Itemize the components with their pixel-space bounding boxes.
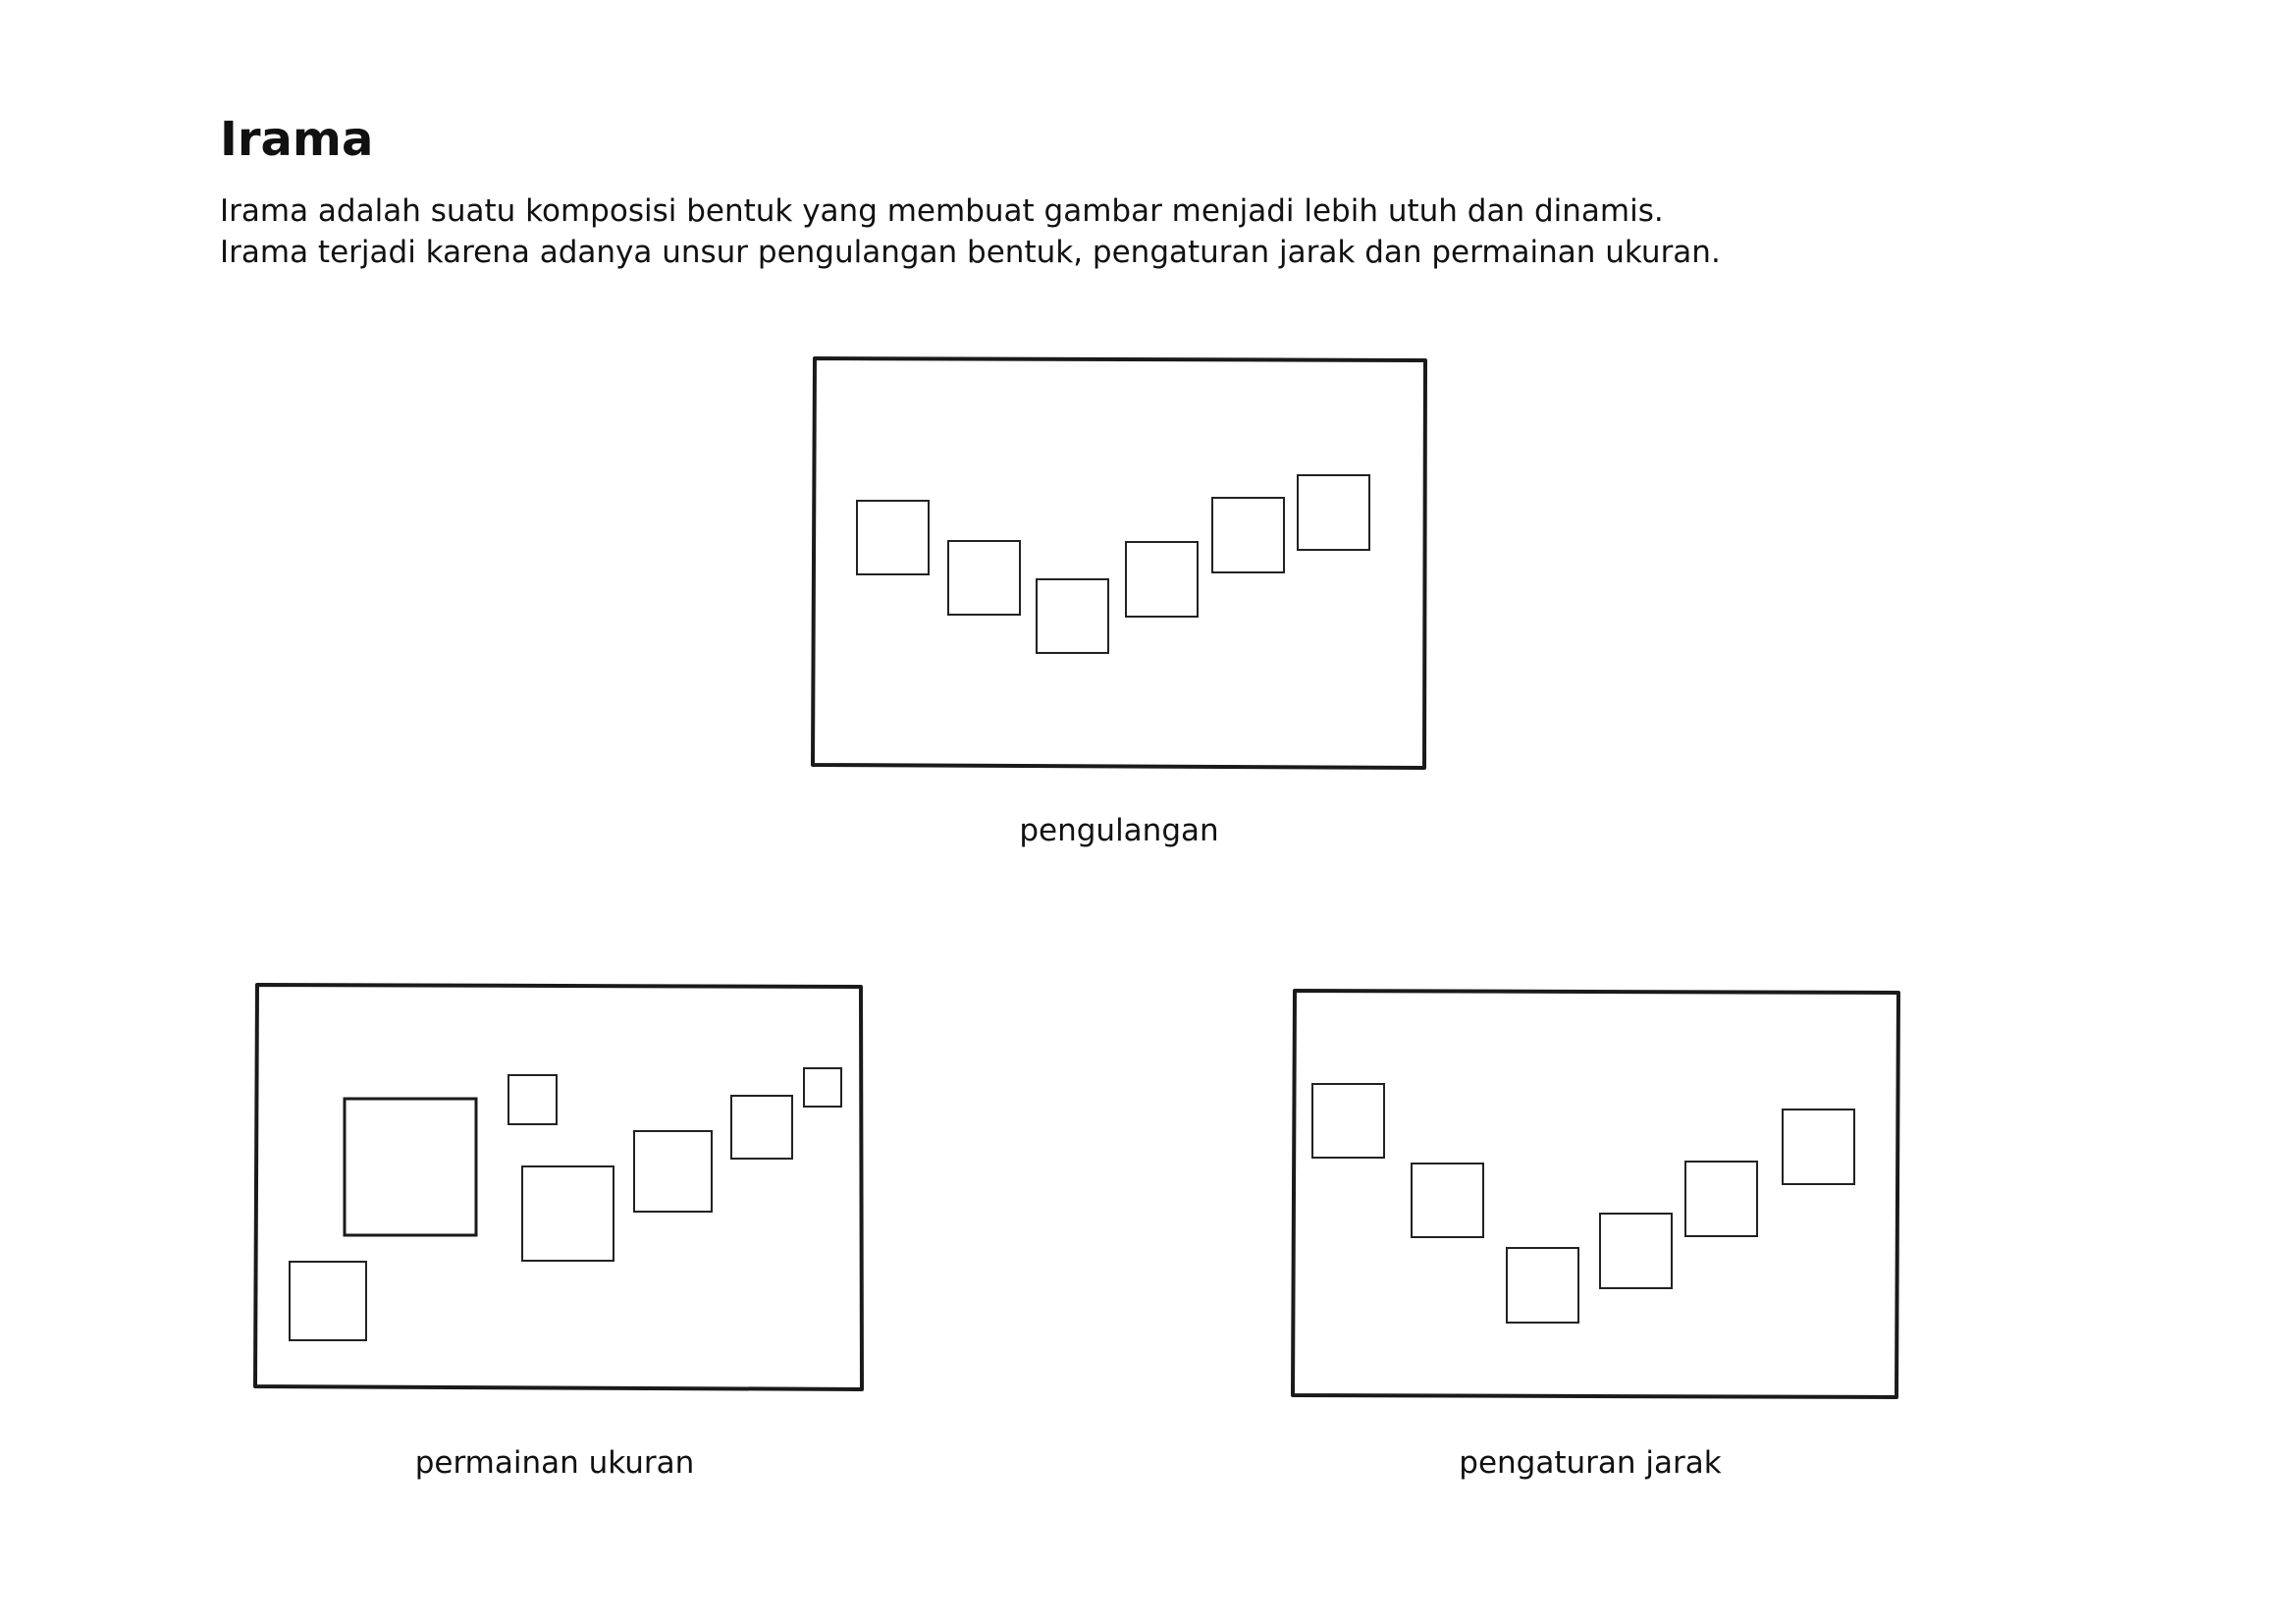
sketch-pengulangan — [811, 356, 1427, 770]
sketch-frame — [1291, 989, 1900, 1399]
sketch-square — [507, 1074, 558, 1125]
sketch-pengaturan-jarak — [1291, 989, 1900, 1399]
sketch-square — [1684, 1161, 1758, 1237]
description-line-2: Irama terjadi karena adanya unsur pengul… — [220, 235, 1721, 270]
sketch-frame — [811, 356, 1427, 770]
sketch-square — [1297, 474, 1370, 551]
sketch-square — [1125, 541, 1199, 618]
sketch-square — [289, 1261, 367, 1341]
sketch-square — [1411, 1163, 1484, 1238]
sketch-permainan-ukuran — [253, 983, 864, 1391]
caption-permainan-ukuran: permainan ukuran — [414, 1445, 695, 1481]
sketch-square — [343, 1097, 478, 1237]
sketch-frame — [253, 983, 864, 1391]
sketch-square — [947, 540, 1021, 616]
sketch-square — [1599, 1213, 1673, 1289]
sketch-square — [521, 1165, 614, 1262]
caption-pengulangan: pengulangan — [1019, 813, 1219, 848]
sketch-square — [1036, 578, 1109, 654]
description: Irama adalah suatu komposisi bentuk yang… — [220, 190, 2085, 273]
sketch-square — [1782, 1109, 1855, 1185]
sketch-square — [1211, 497, 1285, 573]
sketch-square — [633, 1130, 713, 1213]
sketch-square — [730, 1095, 793, 1160]
description-line-1: Irama adalah suatu komposisi bentuk yang… — [220, 193, 1664, 229]
page-title: Irama — [220, 112, 374, 167]
sketch-square — [1506, 1247, 1579, 1324]
caption-pengaturan-jarak: pengaturan jarak — [1459, 1445, 1722, 1481]
sketch-square — [803, 1067, 842, 1108]
sketch-square — [856, 500, 930, 575]
sketch-square — [1311, 1083, 1385, 1159]
